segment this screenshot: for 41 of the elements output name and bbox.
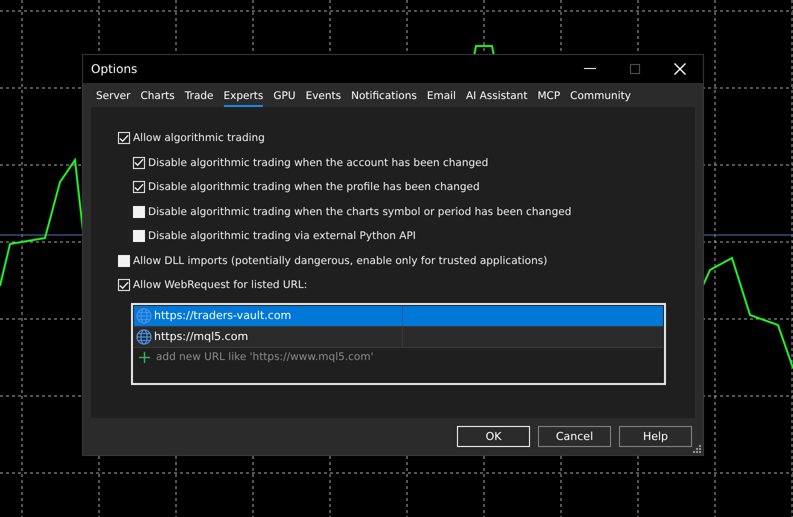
add-url-hint[interactable]: add new URL like 'https://www.mql5.com' [156,351,374,363]
checkbox[interactable] [133,156,145,169]
url-row[interactable]: https://mql5.com [134,326,663,348]
checkbox[interactable] [118,254,130,267]
checkbox-label: Allow algorithmic trading [133,132,265,144]
checkbox-label: Allow WebRequest for listed URL: [133,279,308,292]
checkbox-label: Disable algorithmic trading when the account has been changed [148,156,488,169]
checkbox[interactable] [133,230,145,242]
url-row[interactable]: https://traders-vault.com [134,306,663,326]
close-icon[interactable] [674,63,686,75]
window-title: Options [91,62,138,76]
checkbox-label: Disable algorithmic trading when the charts symbol or period has been changed [148,206,572,218]
checkbox[interactable] [133,206,145,218]
checkbox-label: Disable algorithmic trading when the profile has been changed [148,181,480,194]
tab[interactable]: MCP [532,88,566,107]
tab[interactable]: AI Assistant [460,88,532,107]
dialog-button[interactable]: Cancel [538,426,611,447]
checkbox[interactable] [133,181,145,194]
globe-icon [136,328,152,344]
tab[interactable]: Charts [135,88,180,107]
maximize-icon[interactable] [630,64,640,74]
url-text: https://mql5.com [154,330,248,343]
minimize-icon[interactable] [584,68,596,70]
checkbox[interactable] [118,132,130,144]
checkbox-label: Disable algorithmic trading via external Python API [148,230,416,242]
tab[interactable]: Notifications [346,88,422,107]
tab[interactable]: Community [565,88,636,107]
tab[interactable]: Experts [218,88,268,107]
checkbox-label: Allow DLL imports (potentially dangerous, enable only for trusted applications) [133,254,548,267]
resize-grip-icon[interactable] [693,445,701,453]
url-text: https://traders-vault.com [154,309,292,322]
tab[interactable]: Trade [180,88,219,107]
tab[interactable]: Events [300,88,346,107]
add-icon[interactable] [139,352,150,362]
dialog-button[interactable]: OK [457,426,530,447]
tab[interactable]: Email [422,88,461,107]
globe-icon [136,308,152,324]
checkbox[interactable] [118,279,130,292]
tab[interactable]: GPU [268,88,301,107]
tab[interactable]: Server [91,88,136,107]
dialog-button[interactable]: Help [619,426,692,447]
